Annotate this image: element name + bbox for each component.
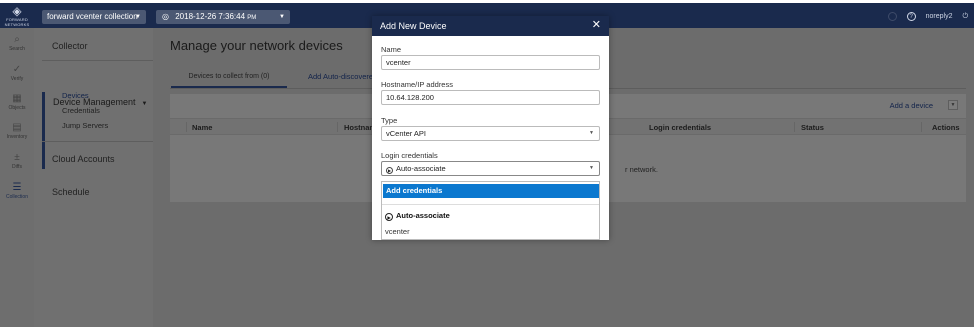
snapshot-select[interactable]: ◎ 2018-12-26 7:36:44 PM ▼ — [156, 10, 290, 24]
add-device-menu-button[interactable]: ▼ — [948, 100, 958, 110]
help-icon[interactable]: ? — [906, 12, 916, 21]
rail-label: Inventory — [6, 134, 28, 140]
play-circle-icon: ▶ — [385, 213, 393, 221]
add-device-modal: Add New Device ✕ Name vcenter Hostname/I… — [372, 16, 609, 240]
collection-select[interactable]: forward vcenter collection ▼ — [42, 10, 146, 24]
chevron-down-icon: ▼ — [589, 130, 594, 136]
search-icon: ⌕ — [14, 34, 20, 45]
menu-item-devices[interactable]: Devices — [62, 91, 89, 100]
chevron-down-icon: ▼ — [279, 14, 285, 20]
user-name[interactable]: noreply2 — [926, 13, 953, 20]
page-title: Manage your network devices — [170, 38, 343, 53]
camera-icon: ◎ — [162, 12, 169, 21]
menu-item-credentials[interactable]: Credentials — [62, 106, 100, 115]
snapshot-time: 2018-12-26 7:36:44 — [175, 12, 246, 21]
top-right-controls: ? noreply2 ⏻ — [880, 10, 968, 24]
name-input-value: vcenter — [386, 58, 411, 67]
grid-icon: ▦ — [12, 93, 22, 104]
rail-verify[interactable]: ✓ Verify — [0, 64, 34, 92]
collection-select-value: forward vcenter collection — [47, 12, 138, 21]
icon-rail: ⌕ Search ✓ Verify ▦ Objects ▤ Inventory … — [0, 28, 34, 327]
logo-icon: ◈ — [12, 4, 22, 18]
hostname-input[interactable]: 10.64.128.200 — [381, 90, 600, 105]
top-strip — [0, 0, 974, 3]
close-icon[interactable]: ✕ — [592, 19, 601, 32]
play-circle-icon: ▶ — [386, 167, 393, 174]
chevron-down-icon: ▼ — [141, 101, 148, 107]
rail-collection[interactable]: ☰ Collection — [0, 182, 34, 210]
status-ring-icon — [887, 11, 897, 21]
tab-devices-to-collect[interactable]: Devices to collect from (0) — [171, 72, 287, 88]
menu-collector[interactable]: Collector — [52, 41, 88, 51]
login-credentials-dropdown: Add credentials ▶ Auto-associate vcenter — [381, 181, 600, 240]
rail-label: Verify — [10, 76, 24, 82]
app-logo[interactable]: ◈ FORWARD NETWORKS — [4, 4, 30, 27]
column-status[interactable]: Status — [801, 123, 824, 132]
column-divider — [186, 122, 187, 132]
rail-diffs[interactable]: ± Diffs — [0, 152, 34, 180]
option-vcenter[interactable]: vcenter — [385, 227, 410, 236]
login-credentials-select[interactable]: ▶ Auto-associate ▼ — [381, 161, 600, 176]
power-icon[interactable]: ⏻ — [962, 13, 968, 20]
menu-divider — [42, 60, 153, 61]
hostname-label: Hostname/IP address — [381, 80, 453, 89]
rail-label: Objects — [8, 105, 26, 111]
menu-cloud-accounts[interactable]: Cloud Accounts — [52, 154, 115, 164]
option-add-credentials[interactable]: Add credentials — [383, 184, 599, 198]
modal-title: Add New Device — [380, 21, 447, 31]
menu-schedule[interactable]: Schedule — [52, 187, 90, 197]
login-credentials-value: Auto-associate — [396, 164, 446, 173]
login-credentials-label: Login credentials — [381, 151, 438, 160]
add-device-link[interactable]: Add a device — [890, 101, 933, 110]
inventory-icon: ▤ — [12, 122, 22, 133]
rail-label: Diffs — [12, 164, 22, 170]
left-menu: Collector Device Management ▼ Devices Cre… — [34, 28, 153, 327]
rail-inventory[interactable]: ▤ Inventory — [0, 122, 34, 150]
menu-item-jump-servers[interactable]: Jump Servers — [62, 121, 108, 130]
modal-header: Add New Device ✕ — [372, 16, 609, 36]
empty-table-message: r network. — [625, 165, 658, 174]
type-select-value: vCenter API — [386, 129, 427, 138]
rail-search[interactable]: ⌕ Search — [0, 34, 34, 62]
tab-add-auto-discovered[interactable]: Add Auto-discovere — [308, 72, 373, 82]
name-label: Name — [381, 45, 402, 54]
snapshot-ampm: PM — [247, 15, 257, 21]
chevron-down-icon: ▼ — [589, 165, 594, 171]
logo-text: FORWARD NETWORKS — [4, 17, 30, 27]
column-divider — [337, 122, 338, 132]
name-input[interactable]: vcenter — [381, 55, 600, 70]
check-circle-icon: ✓ — [12, 64, 22, 75]
option-auto-associate[interactable]: ▶ Auto-associate — [385, 211, 450, 221]
rail-label: Collection — [6, 194, 28, 200]
menu-divider — [42, 141, 153, 142]
hostname-input-value: 10.64.128.200 — [386, 93, 434, 102]
dropdown-divider — [382, 204, 599, 205]
rail-label: Search — [9, 46, 25, 52]
collection-icon: ☰ — [12, 182, 22, 193]
column-actions[interactable]: Actions — [932, 123, 960, 132]
column-name[interactable]: Name — [192, 123, 212, 132]
chevron-down-icon: ▼ — [135, 14, 141, 20]
diff-icon: ± — [14, 152, 20, 163]
rail-objects[interactable]: ▦ Objects — [0, 93, 34, 121]
column-divider — [921, 122, 922, 132]
type-select[interactable]: vCenter API ▼ — [381, 126, 600, 141]
type-label: Type — [381, 116, 398, 125]
column-divider — [794, 122, 795, 132]
option-auto-associate-label: Auto-associate — [396, 211, 450, 220]
column-login-credentials[interactable]: Login credentials — [649, 123, 711, 132]
